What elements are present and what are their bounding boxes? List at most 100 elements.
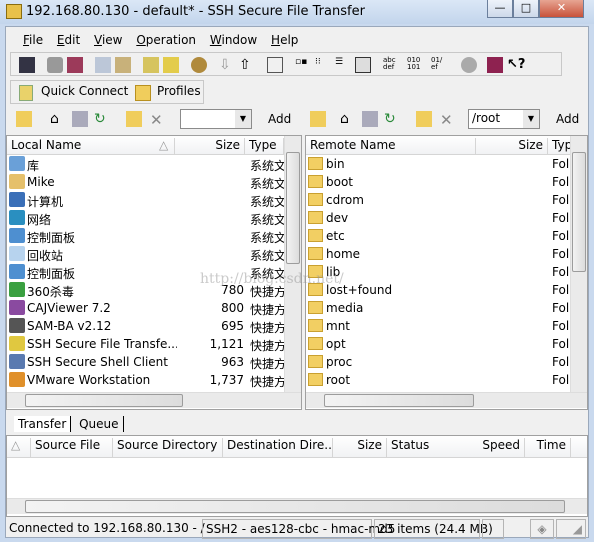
window-icon[interactable] <box>267 57 283 73</box>
ascii-mode-icon[interactable]: abc def <box>383 57 399 73</box>
local-file-row[interactable]: CAJViewer 7.2 800 快捷方 <box>7 299 284 317</box>
menu-file[interactable]: File <box>18 31 48 49</box>
remote-folder-row[interactable]: root Fol <box>306 371 570 389</box>
help-book-icon[interactable] <box>487 57 503 73</box>
settings-icon[interactable] <box>191 57 207 73</box>
remote-folder-row[interactable]: opt Fol <box>306 335 570 353</box>
local-file-row[interactable]: SAM-BA v2.12 695 快捷方 <box>7 317 284 335</box>
download-icon[interactable]: ⇩ <box>219 57 235 73</box>
quick-connect-button[interactable]: Quick Connect <box>41 84 128 98</box>
local-horizontal-scrollbar[interactable] <box>7 392 301 408</box>
chevron-down-icon[interactable]: ▼ <box>235 110 251 128</box>
folder-nav-icon[interactable] <box>362 111 378 127</box>
col-speed[interactable]: Speed <box>447 438 525 458</box>
binary-mode-icon[interactable]: 010 101 <box>407 57 423 73</box>
col-time[interactable]: Time <box>525 438 571 458</box>
minimize-button[interactable]: — <box>487 0 513 18</box>
save-icon[interactable] <box>19 57 35 73</box>
delete-icon[interactable]: ✕ <box>440 111 456 129</box>
remote-folder-row[interactable]: home Fol <box>306 245 570 263</box>
refresh-icon[interactable]: ↻ <box>94 111 110 127</box>
col-type[interactable]: Type <box>245 138 284 155</box>
col-local-name[interactable]: Local Name △ <box>7 138 175 155</box>
control-panel-icon <box>9 264 25 279</box>
local-vertical-scrollbar[interactable] <box>284 136 301 392</box>
local-file-row[interactable]: 计算机 系统文 <box>7 191 284 209</box>
col-size[interactable]: Size <box>175 138 245 155</box>
col-size[interactable]: Size <box>333 438 387 458</box>
large-icons-icon[interactable]: ▫▪ <box>295 57 311 73</box>
delete-icon[interactable]: ✕ <box>150 111 166 129</box>
transfer-icon[interactable] <box>163 57 179 73</box>
remote-folder-row[interactable]: lost+found Fol <box>306 281 570 299</box>
local-file-row[interactable]: Mike 系统文 <box>7 173 284 191</box>
up-folder-icon[interactable] <box>16 111 32 127</box>
auto-mode-icon[interactable]: 01/ef <box>431 57 447 73</box>
remote-vertical-scrollbar[interactable] <box>570 136 587 392</box>
print-icon[interactable] <box>47 57 63 73</box>
remote-add-button[interactable]: Add <box>556 112 579 126</box>
file-type: 快捷方 <box>250 321 284 335</box>
local-file-row[interactable]: SSH Secure File Transfe... 1,121 快捷方 <box>7 335 284 353</box>
col-source-file[interactable]: Source File <box>31 438 113 458</box>
new-folder-icon[interactable] <box>416 111 432 127</box>
upload-icon[interactable]: ⇧ <box>239 57 255 73</box>
menu-window[interactable]: Window <box>205 31 262 49</box>
profiles-folder-icon <box>135 85 151 101</box>
small-icons-icon[interactable]: ⁝⁝ <box>315 57 331 73</box>
up-folder-icon[interactable] <box>310 111 326 127</box>
remote-folder-row[interactable]: bin Fol <box>306 155 570 173</box>
col-remote-name[interactable]: Remote Name <box>306 138 476 155</box>
refresh-icon[interactable]: ↻ <box>384 111 400 127</box>
remote-folder-row[interactable]: proc Fol <box>306 353 570 371</box>
disconnect-icon[interactable] <box>67 57 83 73</box>
menu-view[interactable]: View <box>89 31 127 49</box>
terminal-icon[interactable] <box>143 57 159 73</box>
menu-edit[interactable]: Edit <box>52 31 85 49</box>
remote-folder-row[interactable]: boot Fol <box>306 173 570 191</box>
home-icon[interactable]: ⌂ <box>340 111 356 127</box>
close-button[interactable]: ✕ <box>539 0 584 18</box>
remote-folder-row[interactable]: dev Fol <box>306 209 570 227</box>
menu-help[interactable]: Help <box>266 31 303 49</box>
stop-icon[interactable] <box>461 57 477 73</box>
local-path-combo[interactable]: ▼ <box>180 109 252 129</box>
col-size[interactable]: Size <box>476 138 548 155</box>
home-icon[interactable]: ⌂ <box>50 111 66 127</box>
remote-folder-row[interactable]: media Fol <box>306 299 570 317</box>
remote-folder-row[interactable]: etc Fol <box>306 227 570 245</box>
tab-queue[interactable]: Queue <box>75 416 124 432</box>
remote-folder-row[interactable]: lib Fol <box>306 263 570 281</box>
profiles-button[interactable]: Profiles <box>157 84 201 98</box>
remote-folder-row[interactable]: mnt Fol <box>306 317 570 335</box>
chevron-down-icon[interactable]: ▼ <box>523 110 539 128</box>
local-file-row[interactable]: SSH Secure Shell Client 963 快捷方 <box>7 353 284 371</box>
col-sort[interactable]: △ <box>7 438 31 458</box>
local-file-row[interactable]: 库 系统文 <box>7 155 284 173</box>
menu-operation[interactable]: Operation <box>131 31 201 49</box>
folder-type: Fol <box>552 355 570 369</box>
resize-grip-icon[interactable]: ◢ <box>556 519 586 539</box>
remote-horizontal-scrollbar[interactable] <box>306 392 587 408</box>
new-folder-icon[interactable] <box>126 111 142 127</box>
tab-transfer[interactable]: Transfer <box>14 416 72 432</box>
paste-icon[interactable] <box>115 57 131 73</box>
folder-nav-icon[interactable] <box>72 111 88 127</box>
local-add-button[interactable]: Add <box>268 112 291 126</box>
status-bar: Connected to 192.168.80.130 - / SSH2 - a… <box>6 519 588 539</box>
maximize-button[interactable]: □ <box>513 0 539 18</box>
local-file-row[interactable]: 网络 系统文 <box>7 209 284 227</box>
col-source-directory[interactable]: Source Directory <box>113 438 223 458</box>
list-icon[interactable]: ☰ <box>335 57 351 73</box>
transfer-horizontal-scrollbar[interactable] <box>7 498 587 514</box>
remote-path-combo[interactable]: /root ▼ <box>468 109 540 129</box>
local-file-row[interactable]: 控制面板 系统文 <box>7 227 284 245</box>
copy-icon[interactable] <box>95 57 111 73</box>
details-icon[interactable] <box>355 57 371 73</box>
context-help-icon[interactable]: ↖? <box>507 57 525 73</box>
col-type[interactable]: Typ <box>548 138 572 155</box>
col-destination-directory[interactable]: Destination Dire... <box>223 438 333 458</box>
remote-folder-row[interactable]: cdrom Fol <box>306 191 570 209</box>
local-file-row[interactable]: VMware Workstation 1,737 快捷方 <box>7 371 284 389</box>
local-file-row[interactable]: 回收站 系统文 <box>7 245 284 263</box>
